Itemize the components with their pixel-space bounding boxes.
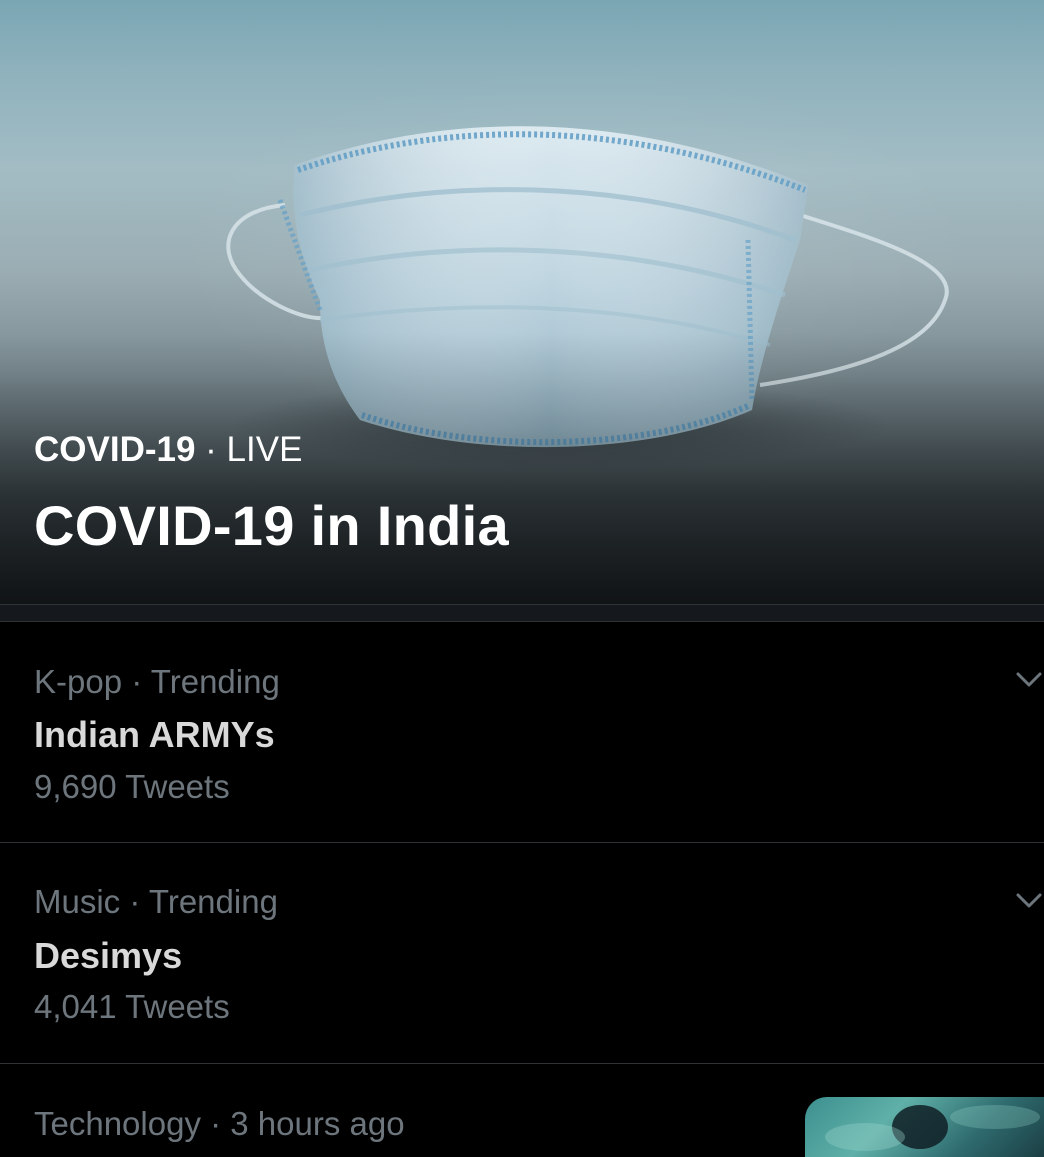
trend-tweet-count: 4,041 Tweets (34, 988, 230, 1025)
trend-item[interactable]: Music · Trending Desimys 4,041 Tweets (0, 843, 1044, 1064)
hero-title: COVID-19 in India (34, 494, 509, 557)
hero-separator: · (195, 430, 227, 469)
trend-name: Indian ARMYs (34, 714, 275, 755)
hero-category-line: COVID-19 · LIVE (34, 428, 302, 472)
trend-meta: K-pop · Trending (34, 663, 280, 700)
hero-category: COVID-19 (34, 430, 196, 469)
section-divider (0, 604, 1044, 622)
trend-meta: Music · Trending (34, 883, 278, 920)
trend-meta: Technology · 3 hours ago (34, 1105, 405, 1142)
trend-tweet-count: 9,690 Tweets (34, 768, 230, 805)
trend-thumbnail-image[interactable] (805, 1097, 1044, 1157)
trend-item[interactable]: K-pop · Trending Indian ARMYs 9,690 Twee… (0, 622, 1044, 843)
chevron-down-icon[interactable] (1014, 885, 1044, 915)
live-event-hero[interactable]: COVID-19 · LIVE COVID-19 in India (0, 0, 1044, 604)
trend-name: Desimys (34, 935, 183, 976)
thumbnail-photo (825, 1105, 1040, 1151)
chevron-down-icon[interactable] (1014, 664, 1044, 694)
hero-live-status: LIVE (226, 430, 303, 469)
